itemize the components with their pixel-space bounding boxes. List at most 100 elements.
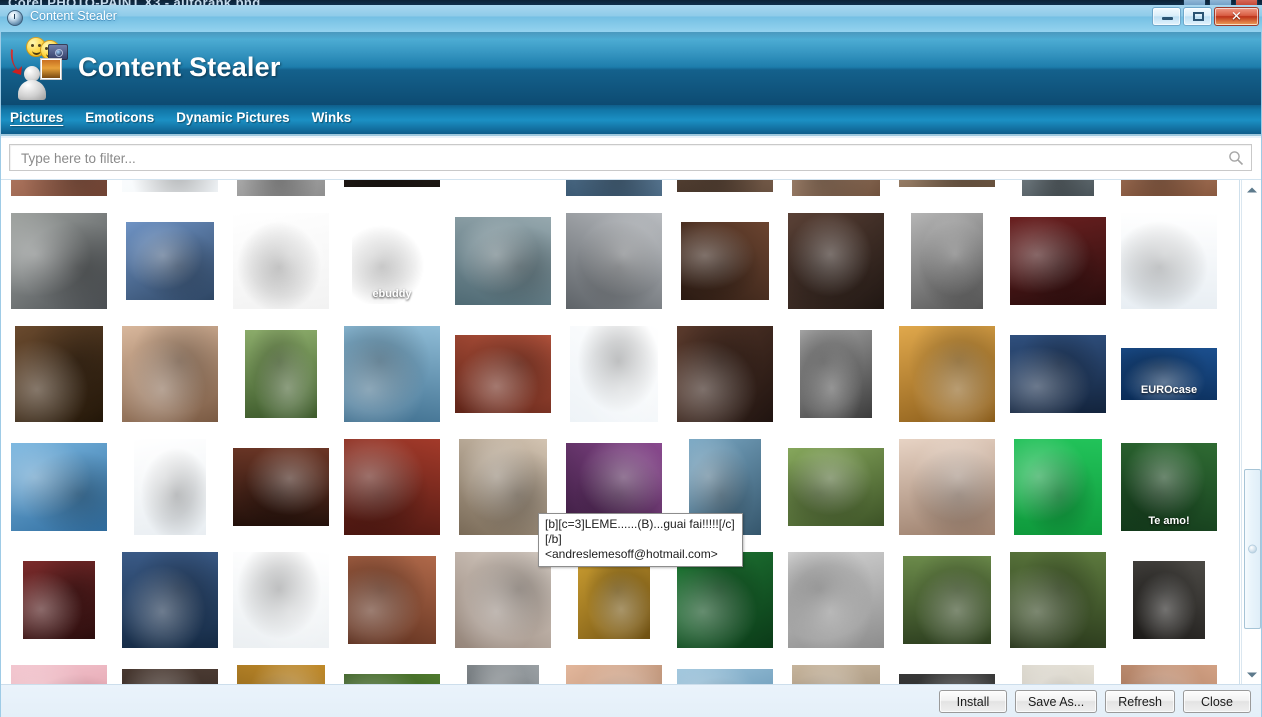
thumbnail-cell[interactable] [455,213,551,309]
woman-white-jacket[interactable] [566,213,662,309]
search-input[interactable] [19,145,1203,172]
thumbnail-cell[interactable] [1010,326,1106,422]
filter-box[interactable] [9,144,1252,172]
thumbnail-cell[interactable] [1121,665,1217,684]
dark-hair-partial[interactable] [122,669,218,684]
thumbnail-cell[interactable] [1010,180,1106,196]
ebuddy-logo[interactable]: ebuddy [352,218,432,304]
thumbnail-cell[interactable] [122,552,218,648]
thumbnail-cell[interactable] [344,665,440,684]
thumbnail-cell[interactable] [788,439,884,535]
thumbnail-cell[interactable] [1010,439,1106,535]
thumbnail-cell[interactable] [566,665,662,684]
thumbnail-cell[interactable] [788,326,884,422]
woman-sunglasses-field[interactable] [903,556,991,644]
close-window-button[interactable]: ✕ [1214,7,1259,26]
thumbnail-cell[interactable]: ebuddy [344,213,440,309]
couple-red-shirt[interactable] [455,335,551,413]
thumbnail-cell[interactable] [11,180,107,196]
thumbnail-cell[interactable] [344,180,440,196]
dj-mixer[interactable] [122,552,218,648]
thumbnail-cell[interactable] [455,665,551,684]
girl-red-cap[interactable] [1010,217,1106,305]
mp3-player-ad[interactable] [233,552,329,648]
vertical-scrollbar[interactable] [1241,180,1262,684]
thumbnail-grid-viewport[interactable]: INNOVADORES TECNOLOGICOS ebuddy EUROcase Te… [0,180,1240,684]
man-on-boat[interactable] [455,217,551,305]
argentina-flag[interactable] [11,443,107,531]
guitar-player[interactable] [23,561,95,639]
thumbnail-cell[interactable] [899,180,995,196]
blue-scribble[interactable] [122,180,218,192]
wood-texture-partial[interactable] [237,665,325,684]
graffiti-wall-man[interactable] [11,213,107,309]
friends-hugging[interactable] [788,213,884,309]
thumbnail-cell[interactable] [233,180,329,196]
girl-smiling-closeup[interactable] [681,222,769,300]
thumbnail-cell[interactable]: Te amo! [1121,439,1217,535]
crosswalk-bw[interactable] [911,213,983,309]
thumbnail-cell[interactable] [344,326,440,422]
thumbnail-cell[interactable] [11,552,107,648]
scrollbar-thumb[interactable] [1244,469,1261,629]
thumbnail-cell[interactable] [677,180,773,196]
baby-pink-partial[interactable] [11,665,107,684]
power-supply-ad[interactable] [570,326,658,422]
computer-mouse-ad[interactable] [1121,213,1217,309]
cartman-cartoon[interactable] [233,213,329,309]
thumbnail-cell[interactable] [899,439,995,535]
thumbnail-cell[interactable] [566,326,662,422]
thumbnail-cell[interactable] [233,552,329,648]
thumbnail-cell[interactable] [788,665,884,684]
grey-partial[interactable] [467,665,539,684]
two-cats[interactable] [899,326,995,422]
woman-park-sunglasses[interactable] [1010,552,1106,648]
couple-red-jacket[interactable] [344,439,440,535]
thumbnail-cell[interactable] [899,552,995,648]
thumbnail-cell[interactable] [122,439,218,535]
save-as-button[interactable]: Save As... [1014,690,1098,713]
thumbnail-cell[interactable] [899,665,995,684]
thumbnail-cell[interactable] [233,213,329,309]
woman-smiling[interactable] [792,180,880,196]
bright-partial[interactable] [1022,665,1094,684]
thumbnail-cell[interactable]: EUROcase [1121,326,1217,422]
thumbnail-cell[interactable] [122,180,218,196]
thumbnail-cell[interactable] [11,326,107,422]
thumbnail-cell[interactable] [122,665,218,684]
skin-tone-partial[interactable] [566,665,662,684]
eye-closeup-bw[interactable] [788,552,884,648]
thumbnail-cell[interactable] [233,439,329,535]
thumbnail-cell[interactable] [455,439,551,535]
thumbnail-cell[interactable] [1121,213,1217,309]
scroll-down-button[interactable] [1243,666,1261,683]
woman-outdoors-smile[interactable] [245,330,317,418]
garden-partial[interactable] [344,674,440,684]
baby-white-hat[interactable] [899,439,995,535]
dancers-yellow[interactable] [578,561,650,639]
thumbnail-cell[interactable] [677,665,773,684]
bart-simpson-green[interactable] [1014,439,1102,535]
thumbnail-cell[interactable] [11,439,107,535]
woman-portrait-light[interactable] [122,326,218,422]
thumbnail-cell[interactable] [1010,552,1106,648]
beach-partial[interactable] [677,669,773,684]
scroll-up-button[interactable] [1243,181,1261,198]
man-glasses-closeup[interactable] [1133,561,1205,639]
thumbnail-cell[interactable] [233,665,329,684]
thumbnail-cell[interactable] [1010,213,1106,309]
portrait-partial[interactable] [1121,665,1217,684]
family-outdoors[interactable] [788,448,884,526]
thumbnail-cell[interactable] [899,326,995,422]
dark-portrait[interactable] [344,180,440,187]
thumbnail-cell[interactable] [899,213,995,309]
thumbnail-cell[interactable] [344,552,440,648]
thumbnail-cell[interactable] [566,213,662,309]
thumbnail-cell[interactable] [122,326,218,422]
thumbnail-cell[interactable] [788,552,884,648]
thumbnail-cell[interactable] [455,552,551,648]
thumbnail-cell[interactable] [1121,180,1217,196]
thumbnail-cell[interactable] [11,665,107,684]
couple-on-couch-bw[interactable] [800,330,872,418]
maximize-button[interactable] [1183,7,1212,26]
